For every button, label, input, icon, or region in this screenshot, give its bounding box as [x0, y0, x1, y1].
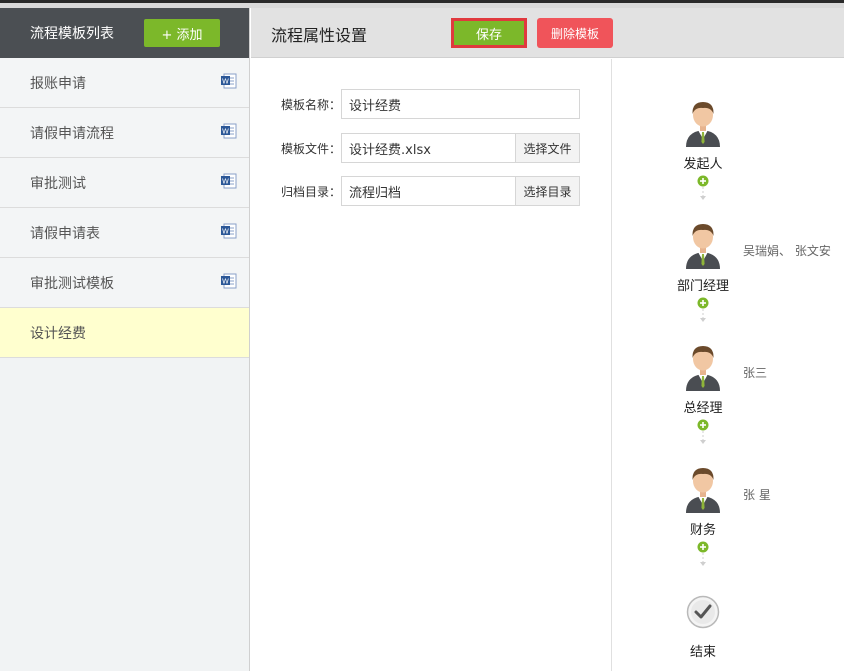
template-item-design-budget[interactable]: 设计经费	[0, 308, 249, 358]
svg-text:W: W	[222, 128, 229, 136]
template-item-label: 审批测试模板	[30, 275, 114, 292]
flow-node-finance[interactable]: 财务	[668, 465, 738, 567]
archive-dir-input[interactable]	[341, 176, 516, 206]
template-name-label: 模板名称：	[281, 97, 342, 112]
flow-node-general-manager[interactable]: 总经理	[668, 343, 738, 445]
flow-arrow-icon	[700, 187, 706, 200]
window-top-border	[0, 0, 844, 8]
add-step-icon[interactable]	[697, 541, 709, 553]
choose-dir-button[interactable]: 选择目录	[516, 176, 580, 206]
template-item-reimbursement[interactable]: 报账申请 W	[0, 58, 249, 108]
template-item-label: 请假申请流程	[30, 125, 114, 142]
page-title: 流程属性设置	[271, 26, 368, 45]
person-avatar-icon	[686, 468, 720, 513]
add-template-button[interactable]: + 添加	[144, 19, 220, 47]
word-doc-icon: W	[221, 273, 237, 289]
flow-arrow-icon	[700, 431, 706, 444]
template-item-label: 报账申请	[30, 75, 86, 92]
template-item-approval-test-template[interactable]: 审批测试模板 W	[0, 258, 249, 308]
template-sidebar: 流程模板列表 + 添加 报账申请 W 请假申请流程 W 审批测试 W 请假申请表…	[0, 8, 250, 671]
archive-dir-label: 归档目录：	[281, 184, 342, 199]
word-doc-icon: W	[221, 73, 237, 89]
flow-node-label: 发起人	[683, 157, 723, 172]
flow-node-label: 财务	[689, 523, 716, 538]
flow-node-end[interactable]: 结束	[668, 595, 738, 660]
template-item-label: 设计经费	[30, 325, 86, 342]
word-doc-icon: W	[221, 223, 237, 239]
template-item-leave-form[interactable]: 请假申请表 W	[0, 208, 249, 258]
flow-node-initiator[interactable]: 发起人	[668, 99, 738, 201]
template-item-label: 请假申请表	[30, 225, 100, 242]
template-file-input[interactable]	[341, 133, 516, 163]
delete-template-button[interactable]: 删除模板	[537, 18, 613, 48]
flow-arrow-icon	[700, 553, 706, 566]
svg-text:W: W	[222, 178, 229, 186]
template-file-label: 模板文件：	[281, 141, 342, 156]
archive-dir-row: 归档目录： 选择目录	[281, 176, 580, 206]
general-manager-assignees: 张三	[743, 366, 768, 380]
svg-text:W: W	[222, 78, 229, 86]
word-doc-icon: W	[221, 123, 237, 139]
template-item-leave-flow[interactable]: 请假申请流程 W	[0, 108, 249, 158]
finance-assignees: 张 星	[743, 488, 771, 502]
person-avatar-icon	[686, 346, 720, 391]
check-circle-icon	[686, 595, 720, 629]
svg-text:W: W	[222, 278, 229, 286]
flow-node-label: 部门经理	[676, 279, 729, 294]
flow-arrow-icon	[700, 309, 706, 322]
dept-manager-assignees: 吴瑞娟、 张文安	[743, 244, 831, 258]
template-item-approval-test[interactable]: 审批测试 W	[0, 158, 249, 208]
sidebar-title: 流程模板列表	[30, 26, 114, 42]
flow-node-label: 总经理	[683, 401, 723, 416]
template-name-row: 模板名称：	[281, 89, 580, 119]
sidebar-header: 流程模板列表 + 添加	[0, 8, 249, 58]
add-step-icon[interactable]	[697, 297, 709, 309]
property-form: 模板名称： 模板文件： 选择文件 归档目录： 选择目录	[251, 59, 612, 671]
person-avatar-icon	[686, 224, 720, 269]
template-file-row: 模板文件： 选择文件	[281, 133, 580, 163]
template-item-label: 审批测试	[30, 175, 86, 192]
flow-end-label: 结束	[689, 645, 716, 660]
choose-file-button[interactable]: 选择文件	[516, 133, 580, 163]
add-step-icon[interactable]	[697, 419, 709, 431]
svg-text:W: W	[222, 228, 229, 236]
main-header: 流程属性设置 保存 删除模板	[251, 8, 844, 58]
add-step-icon[interactable]	[697, 175, 709, 187]
person-avatar-icon	[686, 102, 720, 147]
template-name-input[interactable]	[341, 89, 580, 119]
word-doc-icon: W	[221, 173, 237, 189]
workflow-panel: 发起人 部门经理 吴瑞娟、 张文安 总经理 张三 财务 张 星 结束	[613, 59, 844, 671]
save-button[interactable]: 保存	[451, 18, 527, 48]
flow-node-dept-manager[interactable]: 部门经理	[668, 221, 738, 323]
